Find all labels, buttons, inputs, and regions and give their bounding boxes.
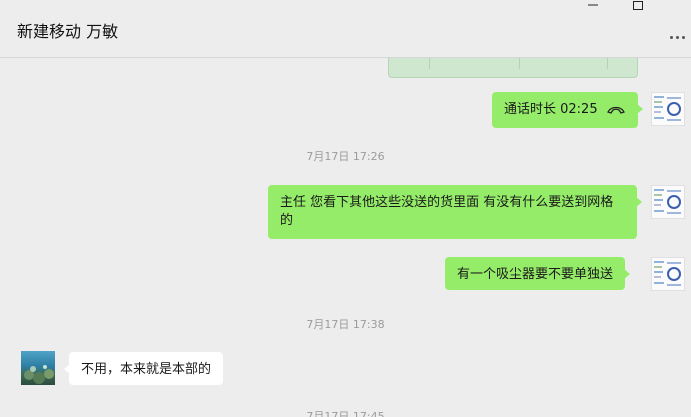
my-avatar[interactable] bbox=[651, 257, 685, 291]
message-timestamp: 7月17日 17:38 bbox=[306, 318, 385, 331]
message-timestamp: 7月17日 17:45 bbox=[306, 410, 385, 417]
minimize-icon bbox=[588, 4, 598, 6]
chat-header: 新建移动 万敏 bbox=[0, 0, 691, 58]
avatar-image bbox=[654, 96, 681, 121]
message-text: 不用，本来就是本部的 bbox=[81, 362, 212, 377]
avatar-image bbox=[24, 365, 54, 384]
minimize-button[interactable] bbox=[580, 0, 606, 14]
maximize-button[interactable] bbox=[625, 0, 651, 14]
my-message-bubble[interactable]: 有一个吸尘器要不要单独送 bbox=[445, 257, 631, 290]
avatar-image bbox=[654, 189, 681, 214]
image-message-preview[interactable] bbox=[388, 58, 638, 78]
my-avatar[interactable] bbox=[651, 92, 685, 126]
message-list[interactable]: 通话时长 02:25 7月17日 17:26 主任 您看下其他这些没送的货里面 … bbox=[0, 58, 691, 417]
chat-title: 新建移动 万敏 bbox=[17, 22, 119, 41]
more-options-button[interactable] bbox=[665, 30, 689, 44]
message-text: 主任 您看下其他这些没送的货里面 有没有什么要送到网格的 bbox=[280, 195, 614, 228]
call-duration-bubble[interactable]: 通话时长 02:25 bbox=[492, 92, 643, 128]
contact-avatar[interactable] bbox=[21, 351, 55, 385]
call-duration-label: 通话时长 02:25 bbox=[504, 102, 598, 117]
contact-message-bubble[interactable]: 不用，本来就是本部的 bbox=[63, 352, 224, 385]
more-icon bbox=[669, 35, 673, 39]
maximize-icon bbox=[633, 1, 643, 10]
phone-hangup-icon bbox=[606, 106, 625, 114]
my-avatar[interactable] bbox=[651, 185, 685, 219]
message-text: 有一个吸尘器要不要单独送 bbox=[457, 267, 614, 282]
avatar-image bbox=[654, 261, 681, 286]
message-timestamp: 7月17日 17:26 bbox=[306, 150, 385, 163]
my-message-bubble[interactable]: 主任 您看下其他这些没送的货里面 有没有什么要送到网格的 bbox=[268, 185, 642, 239]
